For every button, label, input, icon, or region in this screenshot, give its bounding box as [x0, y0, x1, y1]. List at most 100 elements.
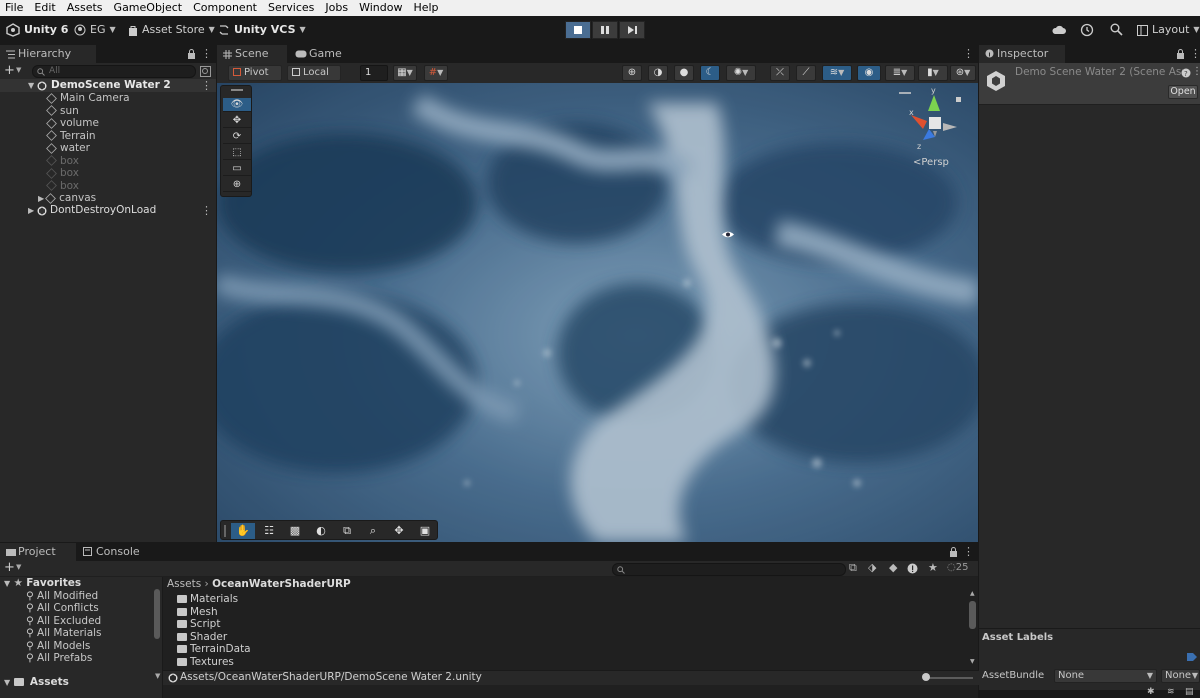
shading-lit-button[interactable]: ☾: [700, 65, 720, 81]
chevron-down-icon[interactable]: ▼: [155, 672, 160, 680]
scene-viewport[interactable]: 👁 ✥ ⟳ ⬚ ▭ ⊕ y z x <Persp ✋ ☷ ▩ ◐ ⧉ ⌕ ✥ ▣: [217, 83, 978, 542]
chevron-down-icon[interactable]: ▼: [4, 579, 10, 588]
favorite-all-materials[interactable]: ⚲ All Materials: [26, 627, 102, 640]
more-options-icon[interactable]: ⋮: [1190, 47, 1200, 60]
search-filter-icon[interactable]: [200, 66, 211, 77]
hierarchy-item-terrain[interactable]: Terrain: [46, 130, 96, 143]
scale-tool-button[interactable]: ⬚: [223, 146, 251, 160]
layers-stack-icon[interactable]: ≋: [1167, 687, 1175, 697]
hierarchy-item-main-camera[interactable]: Main Camera: [46, 92, 130, 105]
tab-project[interactable]: Project: [0, 543, 76, 561]
folder-mesh[interactable]: Mesh: [177, 606, 218, 619]
hierarchy-search-input[interactable]: All: [32, 65, 196, 78]
pivot-dropdown[interactable]: Pivot ▼: [228, 65, 282, 91]
lock-icon[interactable]: [949, 547, 958, 557]
more-options-icon[interactable]: ⋮: [1192, 66, 1200, 77]
scene-root-row[interactable]: ▼ DemoScene Water 2 ⋮: [0, 79, 216, 92]
drag-handle[interactable]: [224, 525, 226, 537]
zoom-tool-button[interactable]: ⌕: [361, 523, 385, 539]
layout-dropdown[interactable]: Layout ▼: [1137, 21, 1200, 39]
hierarchy-item-box[interactable]: box: [46, 180, 79, 193]
history-icon[interactable]: [1080, 23, 1094, 37]
folder-script[interactable]: Script: [177, 618, 220, 631]
folder-terraindata[interactable]: TerrainData: [177, 643, 251, 656]
account-dropdown[interactable]: EG ▼: [74, 21, 116, 39]
tag-filter-icon[interactable]: ◆: [889, 561, 897, 574]
step-button[interactable]: [619, 21, 645, 39]
assetbundle-variant-dropdown[interactable]: None ▼: [1161, 669, 1200, 683]
tab-hierarchy[interactable]: Hierarchy: [0, 45, 96, 63]
rotate-tool-button[interactable]: ⟳: [223, 130, 251, 144]
debug-draw-dropdown[interactable]: ✺▼: [726, 65, 756, 81]
chevron-down-icon[interactable]: ▼: [16, 66, 21, 74]
unity-button[interactable]: Unity 6: [6, 21, 68, 39]
search-icon[interactable]: [1110, 23, 1123, 36]
add-icon[interactable]: +: [4, 560, 15, 575]
effects-dropdown[interactable]: ≣▼: [885, 65, 915, 81]
gizmos-dropdown[interactable]: ⊛▼: [950, 65, 976, 81]
cloud-icon[interactable]: [1052, 24, 1066, 35]
open-button[interactable]: Open: [1168, 85, 1198, 99]
draw-mode-dropdown[interactable]: ≋▼: [822, 65, 852, 81]
chevron-down-icon[interactable]: ▼: [16, 563, 21, 571]
drag-handle[interactable]: [231, 89, 243, 91]
favorite-all-excluded[interactable]: ⚲ All Excluded: [26, 615, 101, 628]
scroll-up-icon[interactable]: ▲: [970, 590, 975, 597]
render-mode-button[interactable]: ◐: [309, 523, 333, 539]
dontdestroy-row[interactable]: ▶ DontDestroyOnLoad ⋮: [0, 204, 216, 217]
folder-textures[interactable]: Textures: [177, 656, 234, 669]
more-options-icon[interactable]: ⋮: [201, 79, 212, 92]
view-tool-button[interactable]: 👁: [223, 98, 251, 112]
assets-root-row[interactable]: ▼ Assets: [4, 676, 69, 689]
vcs-dropdown[interactable]: Unity VCS ▼: [218, 21, 306, 39]
help-icon[interactable]: ?: [1181, 68, 1191, 78]
warning-icon[interactable]: [907, 563, 918, 574]
pause-button[interactable]: [592, 21, 618, 39]
asset-store-dropdown[interactable]: Asset Store ▼: [128, 21, 215, 39]
toggle-2d-button[interactable]: ⤫: [770, 65, 790, 81]
breadcrumb-current[interactable]: OceanWaterShaderURP: [212, 578, 351, 590]
navmesh-button[interactable]: ⧉: [335, 523, 359, 539]
add-icon[interactable]: +: [4, 63, 15, 78]
tab-scene[interactable]: Scene: [217, 45, 287, 63]
folder-materials[interactable]: Materials: [177, 593, 238, 606]
orientation-gizmo[interactable]: y z x <Persp: [893, 85, 975, 175]
hierarchy-item-water[interactable]: water: [46, 142, 90, 155]
chevron-right-icon[interactable]: ▶: [28, 204, 34, 217]
favorite-all-models[interactable]: ⚲ All Models: [26, 640, 90, 653]
cpu-icon[interactable]: ▤: [1185, 687, 1194, 697]
shading-wireframe-button[interactable]: ⊕: [622, 65, 642, 81]
shading-shaded-button[interactable]: ●: [674, 65, 694, 81]
grid-snap-input[interactable]: 1: [360, 65, 388, 81]
persp-label[interactable]: <Persp: [913, 157, 949, 168]
menu-jobs[interactable]: Jobs: [320, 0, 354, 16]
project-search-input[interactable]: [612, 563, 846, 576]
play-button[interactable]: [565, 21, 591, 39]
favorite-all-modified[interactable]: ⚲ All Modified: [26, 590, 98, 603]
icon-size-slider[interactable]: [925, 677, 973, 679]
favorite-all-prefabs[interactable]: ⚲ All Prefabs: [26, 652, 92, 665]
snap-settings-button[interactable]: ☷: [257, 523, 281, 539]
favorites-row[interactable]: ▼ ★ Favorites: [4, 577, 81, 590]
toggle-lighting-button[interactable]: ⟋: [796, 65, 816, 81]
folder-shader[interactable]: Shader: [177, 631, 227, 644]
assetbundle-dropdown[interactable]: None ▼: [1054, 669, 1157, 683]
shading-shaded-wireframe-button[interactable]: ◑: [648, 65, 668, 81]
menu-file[interactable]: File: [0, 0, 29, 16]
camera-settings-dropdown[interactable]: ▮▼: [918, 65, 948, 81]
move-tool-button[interactable]: ✥: [223, 114, 251, 128]
rect-tool-button[interactable]: ▭: [223, 162, 251, 176]
local-dropdown[interactable]: Local ▼: [287, 65, 341, 91]
menu-services[interactable]: Services: [263, 0, 320, 16]
search-by-type-icon[interactable]: ⧉: [849, 561, 857, 575]
tag-icon[interactable]: [1186, 652, 1198, 662]
lock-icon[interactable]: [187, 49, 196, 59]
more-options-icon[interactable]: ⋮: [201, 204, 212, 217]
tree-scrollbar[interactable]: [154, 589, 160, 639]
more-options-icon[interactable]: ⋮: [963, 47, 974, 60]
more-options-icon[interactable]: ⋮: [201, 47, 212, 60]
menu-window[interactable]: Window: [354, 0, 408, 16]
hierarchy-item-volume[interactable]: volume: [46, 117, 99, 130]
favorite-all-conflicts[interactable]: ⚲ All Conflicts: [26, 602, 99, 615]
file-list-scrollbar[interactable]: [969, 601, 976, 629]
